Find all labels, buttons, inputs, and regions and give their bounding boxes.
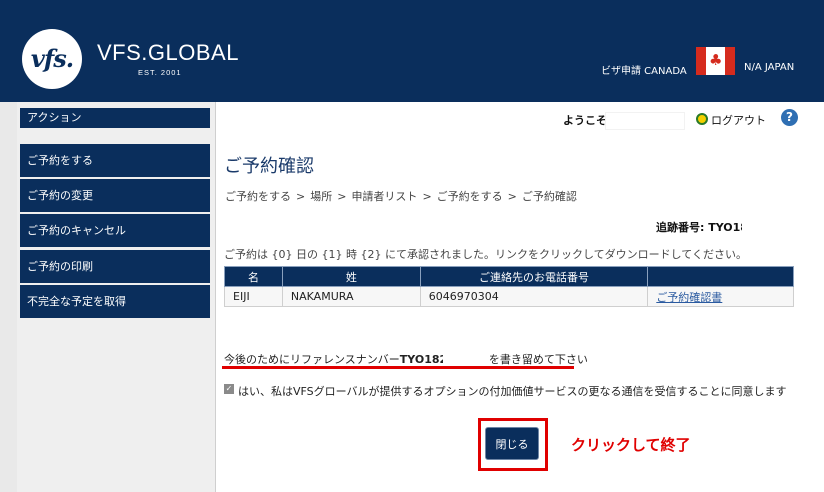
column-header-last-name: 姓	[281, 266, 421, 287]
welcome-text: ようこそ	[563, 114, 607, 127]
sidebar-header: アクション	[20, 108, 210, 128]
consent-checkbox[interactable]: ✓	[224, 384, 234, 394]
breadcrumb-separator: >	[337, 190, 347, 203]
consent-label: はい、私はVFSグローバルが提供するオプションの付加価値サービスの更なる通信を受…	[238, 385, 787, 398]
first-name-cell: EIJI	[224, 286, 283, 307]
power-icon[interactable]	[696, 113, 708, 125]
breadcrumb-item[interactable]: ご予約をする	[437, 190, 503, 203]
phone-cell: 6046970304	[419, 286, 649, 307]
page-title: ご予約確認	[224, 156, 314, 177]
help-icon[interactable]: ?	[781, 109, 798, 126]
breadcrumb-separator: >	[507, 190, 517, 203]
sidebar-item-book[interactable]: ご予約をする	[20, 144, 210, 177]
canada-flag-icon: ♣	[696, 47, 735, 75]
last-name-cell: NAKAMURA	[281, 286, 421, 307]
annotation-text: クリックして終了	[571, 436, 691, 454]
confirmation-notice: ご予約は {0} 日の {1} 時 {2} にて承認されました。リンクをクリック…	[224, 248, 747, 261]
breadcrumb-separator: >	[296, 190, 306, 203]
vfs-logo: vfs.	[22, 29, 82, 89]
logout-link[interactable]: ログアウト	[711, 112, 766, 128]
redacted-username	[605, 112, 685, 130]
redacted-tracking	[742, 213, 794, 233]
close-button[interactable]: 閉じる	[485, 427, 539, 460]
reference-note: 今後のためにリファレンスナンバーTYO1823 を書き留めて下さい	[224, 351, 588, 367]
brand-established: EST. 2001	[138, 68, 182, 77]
sidebar-item-print[interactable]: ご予約の印刷	[20, 250, 210, 283]
column-header-action	[647, 266, 794, 287]
visa-application-label: ビザ申請 CANADA	[601, 66, 687, 77]
brand-name: VFS.GLOBAL	[97, 40, 239, 65]
country-label: N/A JAPAN	[744, 62, 795, 73]
reference-note-after: を書き留めて下さい	[488, 353, 588, 366]
annotation-underline	[222, 366, 574, 369]
breadcrumb: ご予約をする > 場所 > 申請者リスト > ご予約をする > ご予約確認	[225, 188, 577, 204]
table-row: EIJI NAKAMURA 6046970304 ご予約確認書	[224, 286, 794, 307]
breadcrumb-item[interactable]: 申請者リスト	[351, 190, 417, 203]
sidebar-item-incomplete[interactable]: 不完全な予定を取得	[20, 285, 210, 318]
tracking-number: 追跡番号: TYO18	[656, 221, 748, 234]
breadcrumb-separator: >	[422, 190, 432, 203]
sidebar-item-change[interactable]: ご予約の変更	[20, 179, 210, 212]
redacted-reference	[443, 348, 477, 366]
appointment-table: 名 姓 ご連絡先のお電話番号 EIJI NAKAMURA 6046970304 …	[224, 266, 794, 307]
column-header-first-name: 名	[224, 266, 283, 287]
confirmation-link-cell: ご予約確認書	[647, 286, 794, 307]
left-gutter	[0, 102, 17, 492]
column-header-phone: ご連絡先のお電話番号	[419, 266, 649, 287]
breadcrumb-item[interactable]: 場所	[310, 190, 332, 203]
breadcrumb-item-current: ご予約確認	[521, 190, 577, 203]
confirmation-letter-link[interactable]: ご予約確認書	[656, 291, 722, 304]
breadcrumb-item[interactable]: ご予約をする	[225, 190, 291, 203]
reference-note-before: 今後のためにリファレンスナンバー	[224, 353, 400, 366]
sidebar-item-cancel[interactable]: ご予約のキャンセル	[20, 214, 210, 247]
